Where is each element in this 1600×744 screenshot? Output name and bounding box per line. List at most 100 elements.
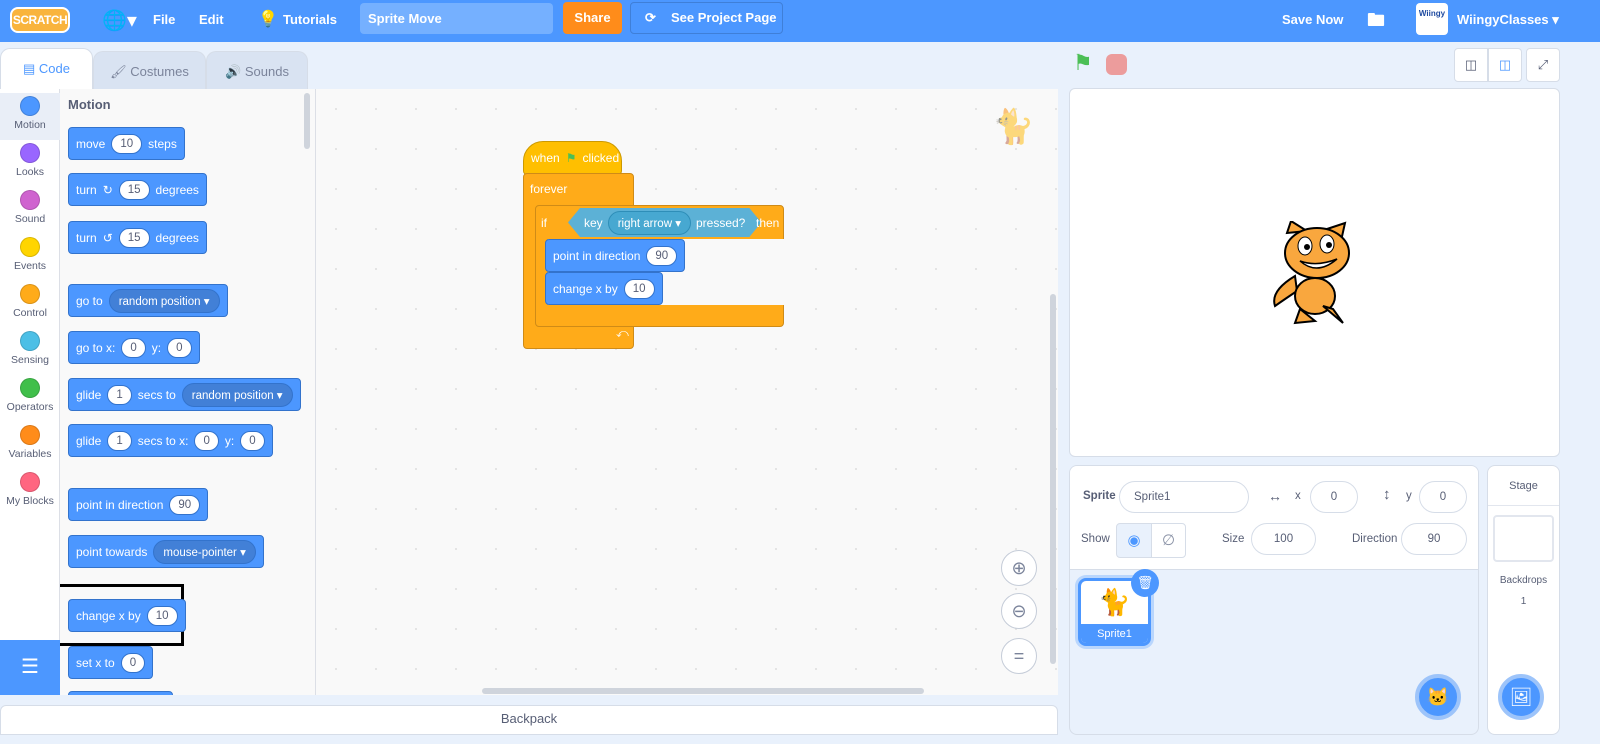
key-pressed-block[interactable]: key right arrow ▾ pressed?: [568, 208, 761, 237]
x-input[interactable]: 0: [1310, 481, 1358, 513]
direction-label: Direction: [1352, 533, 1398, 545]
green-flag-icon[interactable]: ⚑: [1073, 50, 1093, 76]
y-input[interactable]: 0: [167, 337, 192, 358]
direction-input[interactable]: 90: [646, 245, 678, 266]
degrees-input[interactable]: 15: [118, 227, 150, 248]
zoom-in-button[interactable]: ⊕: [1001, 550, 1037, 586]
tab-code[interactable]: ▤ Code: [0, 48, 93, 89]
partial-block[interactable]: [68, 691, 173, 695]
horizontal-scrollbar[interactable]: [482, 688, 924, 694]
sprite-name-input[interactable]: Sprite1: [1119, 481, 1249, 513]
degrees-input[interactable]: 15: [118, 179, 150, 200]
x-input[interactable]: 0: [121, 337, 146, 358]
tab-sounds[interactable]: 🔊 Sounds: [206, 51, 308, 89]
palette-scrollbar[interactable]: [304, 93, 310, 149]
file-menu[interactable]: File: [153, 12, 175, 27]
fullscreen-button[interactable]: ⤢: [1526, 48, 1560, 82]
folder-icon[interactable]: 🖿: [1367, 8, 1385, 38]
see-project-page-button[interactable]: ⟳ See Project Page: [630, 2, 783, 34]
category-operators[interactable]: Operators: [0, 375, 60, 422]
share-button[interactable]: Share: [563, 2, 622, 34]
vertical-scrollbar[interactable]: [1050, 294, 1056, 664]
brush-icon: 🖌: [110, 64, 127, 79]
block-text: steps: [148, 136, 177, 151]
small-stage-button[interactable]: ◫: [1454, 48, 1488, 82]
direction-input[interactable]: 90: [169, 494, 201, 515]
set-x-to-block[interactable]: set x to 0: [68, 646, 154, 679]
glide-block[interactable]: glide 1 secs to random position ▾: [68, 378, 301, 411]
tutorials-button[interactable]: Tutorials: [283, 12, 337, 27]
username-menu[interactable]: WiingyClasses ▾: [1457, 12, 1559, 28]
point-in-direction-block[interactable]: point in direction 90: [68, 488, 209, 521]
size-label: Size: [1222, 533, 1245, 545]
code-icon: ▤: [23, 61, 36, 76]
avatar[interactable]: Wiingy: [1416, 3, 1448, 35]
y-input[interactable]: 0: [240, 430, 265, 451]
direction-input[interactable]: 90: [1401, 523, 1467, 555]
turn-right-block[interactable]: turn ↻ 15 degrees: [68, 173, 207, 206]
delete-sprite-button[interactable]: 🗑: [1131, 569, 1159, 597]
target-dropdown[interactable]: random position ▾: [181, 382, 293, 407]
zoom-out-button[interactable]: ⊖: [1001, 593, 1037, 629]
project-title-input[interactable]: [360, 3, 553, 34]
point-towards-block[interactable]: point towards mouse-pointer ▾: [68, 535, 264, 568]
scratch-logo[interactable]: SCRATCH: [10, 7, 70, 33]
stage[interactable]: [1069, 88, 1560, 457]
block-text: degrees: [155, 182, 199, 197]
show-visible-button[interactable]: ◉: [1116, 523, 1152, 558]
secs-input[interactable]: 1: [107, 384, 132, 405]
steps-input[interactable]: 10: [111, 133, 143, 154]
category-events[interactable]: Events: [0, 234, 60, 281]
sprite-name: Sprite1: [1081, 624, 1148, 643]
category-looks[interactable]: Looks: [0, 140, 60, 187]
globe-icon[interactable]: 🌐▾: [102, 8, 137, 33]
category-sound[interactable]: Sound: [0, 187, 60, 234]
change-x-input[interactable]: 10: [146, 605, 178, 626]
target-dropdown[interactable]: random position ▾: [108, 288, 220, 313]
category-dot-icon: [20, 472, 40, 492]
backdrop-thumbnail[interactable]: [1493, 515, 1554, 562]
zoom-reset-button[interactable]: =: [1001, 638, 1037, 674]
cat-sprite[interactable]: [1265, 221, 1365, 326]
category-variables[interactable]: Variables: [0, 422, 60, 469]
size-input[interactable]: 100: [1251, 523, 1316, 555]
save-now-button[interactable]: Save Now: [1282, 12, 1343, 27]
large-stage-button[interactable]: ◫: [1488, 48, 1522, 82]
stop-icon[interactable]: [1106, 54, 1127, 75]
x-input[interactable]: 0: [194, 430, 219, 451]
go-to-xy-block[interactable]: go to x: 0 y: 0: [68, 331, 200, 364]
change-x-input[interactable]: 10: [623, 278, 655, 299]
category-motion[interactable]: Motion: [0, 93, 60, 140]
secs-input[interactable]: 1: [107, 430, 132, 451]
stage-target-pane[interactable]: Stage Backdrops 1 🖼: [1487, 465, 1560, 735]
backpack[interactable]: Backpack: [0, 705, 1058, 735]
category-sensing[interactable]: Sensing: [0, 328, 60, 375]
go-to-block[interactable]: go to random position ▾: [68, 284, 228, 317]
turn-left-block[interactable]: turn ↺ 15 degrees: [68, 221, 207, 254]
glide-xy-block[interactable]: glide 1 secs to x: 0 y: 0: [68, 424, 273, 457]
target-dropdown[interactable]: mouse-pointer ▾: [153, 539, 256, 564]
show-hidden-button[interactable]: ∅: [1151, 523, 1186, 558]
move-steps-block[interactable]: move 10 steps: [68, 127, 185, 160]
block-text: if: [541, 216, 547, 230]
when-flag-clicked-block[interactable]: when ⚑ clicked: [523, 141, 622, 175]
change-x-by-block[interactable]: change x by 10: [68, 599, 186, 632]
change-x-by-block[interactable]: change x by 10: [545, 272, 663, 305]
point-in-direction-block[interactable]: point in direction 90: [545, 239, 686, 272]
script-area[interactable]: when ⚑ clicked forever ⤺ if key right arrow…: [316, 89, 1058, 695]
add-extension-button[interactable]: ☰: [0, 640, 60, 695]
block-text: point in direction: [76, 497, 164, 512]
category-control[interactable]: Control: [0, 281, 60, 328]
y-input[interactable]: 0: [1419, 481, 1467, 513]
edit-menu[interactable]: Edit: [199, 12, 224, 27]
set-x-input[interactable]: 0: [120, 652, 146, 673]
category-dot-icon: [20, 378, 40, 398]
choose-backdrop-button[interactable]: 🖼: [1498, 674, 1544, 720]
tab-costumes[interactable]: 🖌 Costumes: [93, 51, 206, 89]
category-my-blocks[interactable]: My Blocks: [0, 469, 60, 516]
key-dropdown[interactable]: right arrow ▾: [608, 211, 691, 235]
choose-sprite-button[interactable]: 🐱: [1415, 674, 1461, 720]
block-text: point in direction: [553, 248, 641, 263]
dropdown-value: right arrow: [617, 217, 673, 230]
speaker-icon: 🔊: [225, 64, 242, 79]
